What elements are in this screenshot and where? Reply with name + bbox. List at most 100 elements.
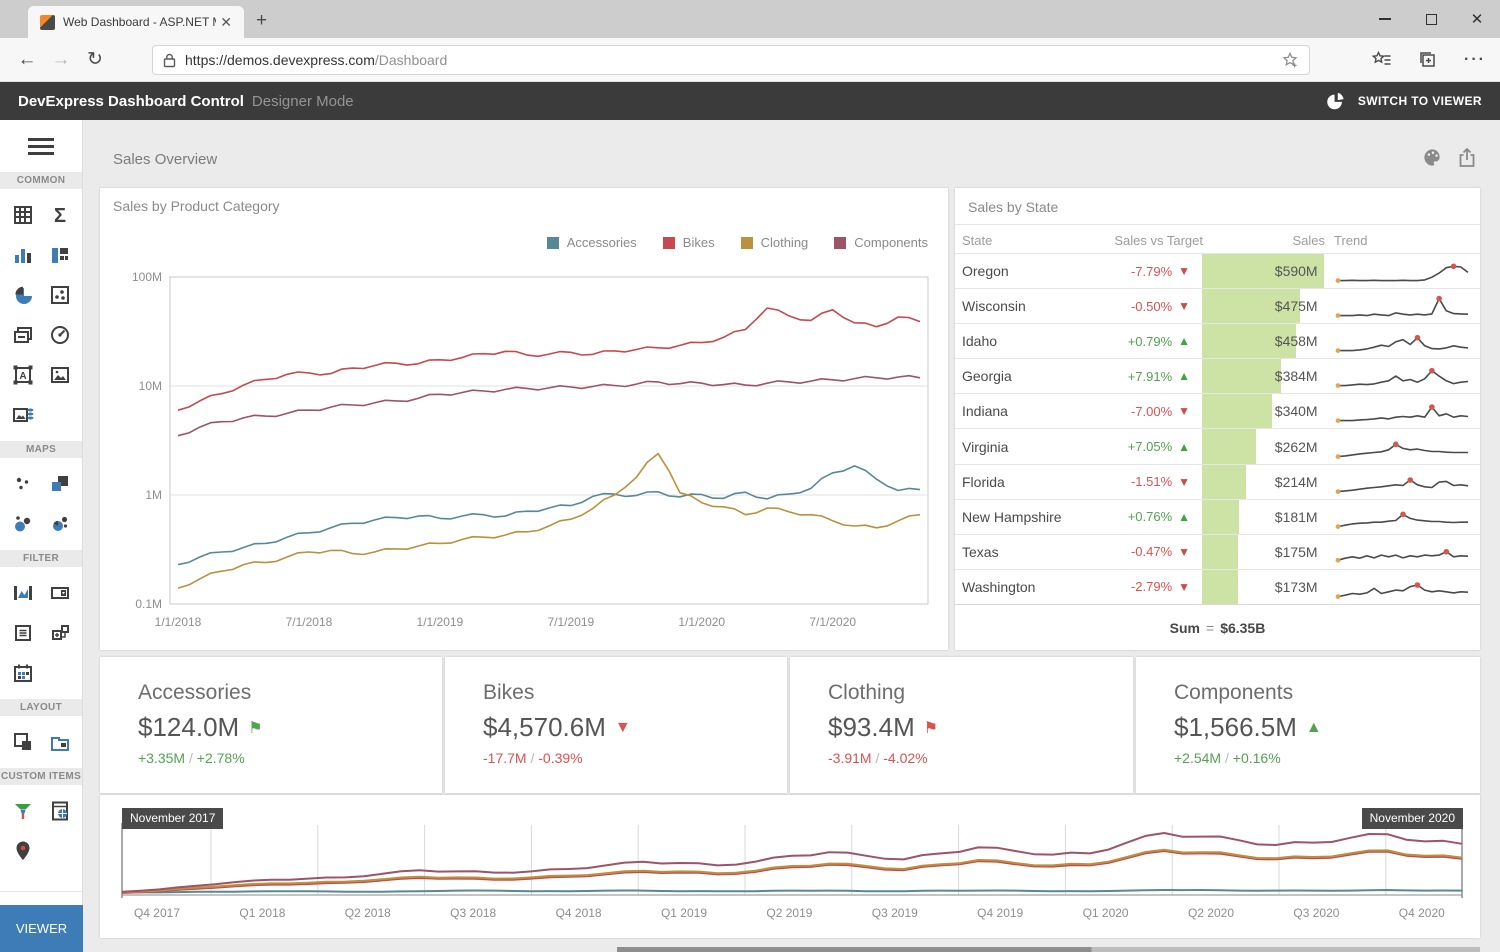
- table-row[interactable]: Virginia+7.05%▲$262M: [955, 428, 1480, 463]
- table-row[interactable]: Georgia+7.91%▲$384M: [955, 358, 1480, 393]
- date-filter-icon: [12, 662, 34, 684]
- toolbox-range-filter[interactable]: [4, 573, 41, 613]
- hamburger-icon: [28, 134, 54, 159]
- browser-toolbar: ← → ↻ https://demos.devexpress.com/Dashb…: [0, 38, 1500, 82]
- gauge-icon: [49, 324, 71, 346]
- table-row[interactable]: Texas-0.47%▼$175M: [955, 534, 1480, 569]
- kpi-card-components[interactable]: Components$1,566.5M▲+2.54M / +0.16%: [1136, 657, 1480, 793]
- toolbox-textbox[interactable]: A: [4, 355, 41, 395]
- table-row[interactable]: Washington-2.79%▼$173M: [955, 569, 1480, 604]
- pivot-grid-icon: [12, 204, 34, 226]
- range-end-badge[interactable]: November 2020: [1362, 808, 1463, 829]
- menu-button[interactable]: [0, 120, 82, 172]
- window-minimize-button[interactable]: [1362, 0, 1408, 38]
- webpage-icon: [49, 800, 71, 822]
- forward-button[interactable]: →: [44, 49, 78, 71]
- image-icon: [49, 364, 71, 386]
- kpi-card-accessories[interactable]: Accessories$124.0M⚑+3.35M / +2.78%: [100, 657, 442, 793]
- table-row[interactable]: Florida-1.51%▼$214M: [955, 464, 1480, 499]
- toolbox-bound-image[interactable]: [4, 395, 41, 435]
- refresh-button[interactable]: ↻: [78, 48, 112, 71]
- toolbox-chart[interactable]: [4, 235, 41, 275]
- table-row[interactable]: Indiana-7.00%▼$340M: [955, 393, 1480, 428]
- toolbox-bubble-map[interactable]: [4, 504, 41, 544]
- triangle-down-icon: ▼: [1172, 404, 1196, 418]
- toolbox-gauge[interactable]: [41, 315, 78, 355]
- back-button[interactable]: ←: [10, 49, 44, 71]
- tab-close-icon[interactable]: ✕: [216, 14, 236, 31]
- trend-sparkline: [1333, 467, 1480, 497]
- window-close-button[interactable]: ✕: [1454, 0, 1500, 38]
- svg-text:Q2 2019: Q2 2019: [766, 906, 812, 920]
- export-button[interactable]: [1457, 147, 1477, 174]
- table-title: Sales by State: [955, 188, 1480, 225]
- table-row[interactable]: Idaho+0.79%▲$458M: [955, 323, 1480, 358]
- sales-bar-cell: $262M: [1202, 429, 1324, 463]
- favorites-bar-icon[interactable]: [1372, 51, 1392, 69]
- toolbox-listbox[interactable]: [4, 613, 41, 653]
- add-favorite-icon[interactable]: [1281, 51, 1299, 69]
- viewer-button[interactable]: VIEWER: [0, 905, 83, 952]
- toolbox-image[interactable]: [41, 355, 78, 395]
- svg-text:7/1/2020: 7/1/2020: [809, 615, 856, 629]
- url-text: https://demos.devexpress.com/Dashboard: [185, 52, 1281, 68]
- grid-item-sales-by-state[interactable]: Sales by State State Sales vs Target Sal…: [955, 188, 1480, 650]
- toolbox-tab-container[interactable]: [41, 722, 78, 762]
- kpi-value: $1,566.5M: [1174, 712, 1297, 743]
- toolbox-date-filter[interactable]: [4, 653, 41, 693]
- svg-text:1/1/2020: 1/1/2020: [678, 615, 725, 629]
- table-row[interactable]: Oregon-7.79%▼$590M: [955, 253, 1480, 288]
- toolbox-group[interactable]: [4, 722, 41, 762]
- window-maximize-button[interactable]: [1408, 0, 1454, 38]
- green-flag-icon: ⚑: [248, 718, 262, 738]
- range-start-badge[interactable]: November 2017: [122, 808, 223, 829]
- dashboard-surface: Sales Overview Sales by Product Category…: [84, 120, 1500, 952]
- toolbox-combobox[interactable]: [41, 573, 78, 613]
- toolbox-geo-pin[interactable]: [4, 831, 41, 871]
- kpi-value: $4,570.6M: [483, 712, 606, 743]
- triangle-up-icon: ▲: [1172, 510, 1196, 524]
- kpi-title: Components: [1174, 681, 1480, 705]
- browser-menu-icon[interactable]: ···: [1464, 51, 1486, 69]
- state-name: Texas: [962, 544, 1104, 560]
- toolbox-funnel[interactable]: [4, 791, 41, 831]
- palette-button[interactable]: [1422, 147, 1443, 174]
- kpi-card-bikes[interactable]: Bikes$4,570.6M▼-17.7M / -0.39%: [445, 657, 787, 793]
- table-row[interactable]: Wisconsin-0.50%▼$475M: [955, 288, 1480, 323]
- listbox-icon: [12, 622, 34, 644]
- kpi-card-clothing[interactable]: Clothing$93.4M⚑-3.91M / -4.02%: [790, 657, 1133, 793]
- sales-bar-cell: $340M: [1202, 394, 1324, 428]
- toolbox-grid[interactable]: Σ: [41, 195, 78, 235]
- kpi-delta: +3.35M / +2.78%: [138, 750, 442, 766]
- toolbox-choropleth-map[interactable]: [41, 464, 78, 504]
- sales-data-bar: [1202, 570, 1238, 604]
- bar-chart-icon: [12, 244, 34, 266]
- new-tab-button[interactable]: +: [256, 10, 267, 32]
- table-header: State Sales vs Target Sales Trend: [955, 225, 1480, 255]
- toolbox-webpage[interactable]: [41, 791, 78, 831]
- toolbox-card[interactable]: [4, 315, 41, 355]
- browser-tab[interactable]: Web Dashboard - ASP.NET MVC ✕: [28, 6, 244, 38]
- trend-sparkline: [1333, 396, 1480, 426]
- toolbox-pie[interactable]: [4, 275, 41, 315]
- address-bar[interactable]: https://demos.devexpress.com/Dashboard: [152, 45, 1310, 75]
- toolbox-scatter[interactable]: [41, 275, 78, 315]
- chart-item-sales-by-product-category[interactable]: Sales by Product Category AccessoriesBik…: [100, 188, 948, 650]
- sales-value: $173M: [1275, 579, 1318, 595]
- sales-vs-target-value: -7.79%: [1104, 264, 1172, 279]
- palette-icon: [1422, 147, 1443, 168]
- toolbox-treemap[interactable]: [41, 235, 78, 275]
- range-filter-chart[interactable]: Q4 2017Q1 2018Q2 2018Q3 2018Q4 2018Q1 20…: [100, 795, 1480, 938]
- state-name: Washington: [962, 579, 1104, 595]
- state-name: Oregon: [962, 263, 1104, 279]
- table-row[interactable]: New Hampshire+0.76%▲$181M: [955, 499, 1480, 534]
- svg-text:1M: 1M: [145, 488, 162, 502]
- switch-to-viewer-button[interactable]: SWITCH TO VIEWER: [1322, 90, 1482, 112]
- toolbox-pie-map[interactable]: [41, 504, 78, 544]
- toolbox-pivot[interactable]: [4, 195, 41, 235]
- collections-icon[interactable]: [1418, 51, 1438, 69]
- toolbox-geopoint-map[interactable]: [4, 464, 41, 504]
- kpi-title: Bikes: [483, 681, 787, 705]
- range-filter-item[interactable]: November 2017 November 2020 Q4 2017Q1 20…: [100, 795, 1480, 938]
- toolbox-treeview[interactable]: [41, 613, 78, 653]
